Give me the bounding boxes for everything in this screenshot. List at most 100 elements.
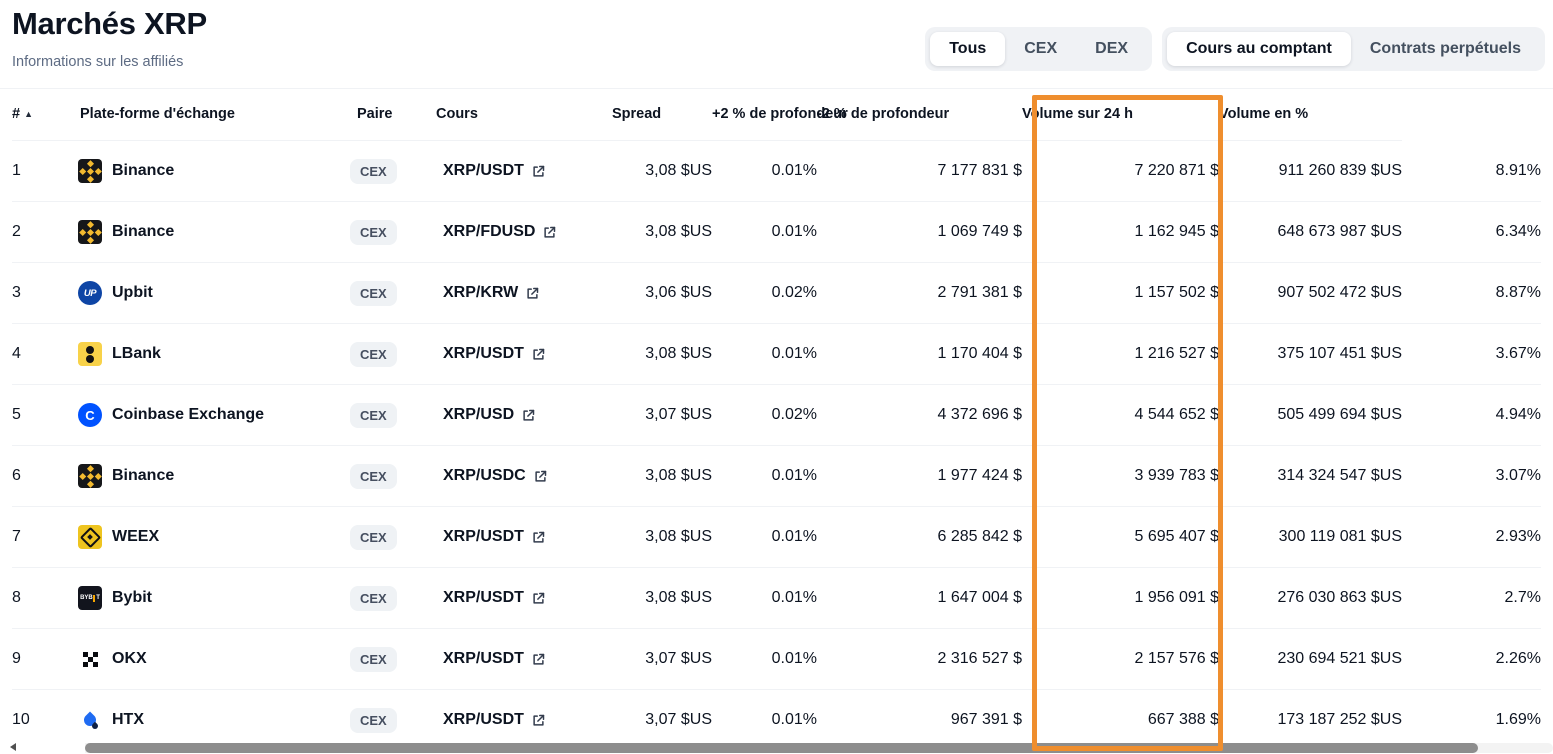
depth-plus-cell: 6 285 842 $ (817, 507, 1022, 568)
col-header-volume-pct[interactable]: Volume en % (1219, 88, 1402, 141)
exchange-link[interactable]: WEEX (78, 525, 350, 549)
rank-cell: 3 (12, 263, 78, 324)
pair-cell: XRP/USDT (436, 568, 612, 629)
toggle-cex-button[interactable]: CEX (1005, 32, 1076, 66)
page-title: Marchés XRP (12, 6, 207, 42)
market-type-toggle: Tous CEX DEX (925, 27, 1152, 71)
exchange-cell: Upbit (78, 263, 350, 324)
exchange-link[interactable]: OKX (78, 647, 350, 671)
col-header-depth-plus[interactable]: +2 % de profondeur (712, 88, 817, 141)
volume-pct-cell: 8.87% (1402, 263, 1541, 324)
pair-cell: XRP/USDT (436, 629, 612, 690)
toggle-tous-button[interactable]: Tous (930, 32, 1005, 66)
depth-plus-cell: 1 170 404 $ (817, 324, 1022, 385)
exchange-name: Coinbase Exchange (112, 406, 264, 424)
depth-minus-cell: 1 956 091 $ (1022, 568, 1219, 629)
exchange-link[interactable]: Coinbase Exchange (78, 403, 350, 427)
sort-asc-icon: ▲ (24, 109, 33, 119)
exchange-name: WEEX (112, 528, 159, 546)
price-cell: 3,08 $US (612, 568, 712, 629)
volume-pct-cell: 2.26% (1402, 629, 1541, 690)
depth-minus-cell: 1 216 527 $ (1022, 324, 1219, 385)
exchange-link[interactable]: HTX (78, 708, 350, 732)
col-header-price[interactable]: Cours (436, 88, 612, 141)
exchange-cell: OKX (78, 629, 350, 690)
exchange-name: Binance (112, 223, 174, 241)
pair-link[interactable]: XRP/KRW (443, 284, 612, 302)
spread-cell: 0.01% (712, 141, 817, 202)
exchange-link[interactable]: Binance (78, 220, 350, 244)
page-header: Marchés XRP Informations sur les affilié… (0, 0, 1553, 89)
price-cell: 3,07 $US (612, 629, 712, 690)
exchange-link[interactable]: Binance (78, 464, 350, 488)
scrollbar-thumb[interactable] (85, 743, 1478, 753)
cex-badge: CEX (350, 464, 397, 489)
badge-cell: CEX (350, 263, 436, 324)
exchange-link[interactable]: LBank (78, 342, 350, 366)
cex-badge: CEX (350, 220, 397, 245)
exchange-name: OKX (112, 650, 147, 668)
pair-link[interactable]: XRP/USDT (443, 711, 612, 729)
pair-cell: XRP/KRW (436, 263, 612, 324)
pair-link[interactable]: XRP/USDC (443, 467, 612, 485)
perpetual-button[interactable]: Contrats perpétuels (1351, 32, 1540, 66)
table-row: 6 Binance CEX XRP/USDC 3,08 $US 0.01% 1 … (12, 446, 1541, 507)
toggle-dex-button[interactable]: DEX (1076, 32, 1147, 66)
pair-cell: XRP/USDC (436, 446, 612, 507)
pair-link[interactable]: XRP/USDT (443, 589, 612, 607)
scroll-left-arrow-icon[interactable] (10, 743, 16, 751)
pair-cell: XRP/USDT (436, 141, 612, 202)
pair-link[interactable]: XRP/USDT (443, 528, 612, 546)
col-header-rank[interactable]: #▲ (12, 88, 78, 141)
col-header-spread[interactable]: Spread (612, 88, 712, 141)
depth-plus-cell: 2 791 381 $ (817, 263, 1022, 324)
pair-link[interactable]: XRP/USD (443, 406, 612, 424)
badge-cell: CEX (350, 629, 436, 690)
rank-cell: 7 (12, 507, 78, 568)
page-subtitle: Informations sur les affiliés (12, 54, 183, 70)
rank-cell: 6 (12, 446, 78, 507)
rank-cell: 8 (12, 568, 78, 629)
exchange-name: Binance (112, 467, 174, 485)
rank-cell: 2 (12, 202, 78, 263)
pair-link[interactable]: XRP/USDT (443, 162, 612, 180)
cex-badge: CEX (350, 708, 397, 733)
exchange-link[interactable]: Upbit (78, 281, 350, 305)
external-link-icon (531, 164, 546, 179)
pair-link[interactable]: XRP/USDT (443, 650, 612, 668)
exchange-link[interactable]: Bybit (78, 586, 350, 610)
pair-label: XRP/USD (443, 406, 514, 424)
pair-label: XRP/USDT (443, 589, 524, 607)
external-link-icon (542, 225, 557, 240)
col-header-exchange[interactable]: Plate-forme d'échange (78, 88, 350, 141)
exchange-link[interactable]: Binance (78, 159, 350, 183)
volume-24h-cell: 907 502 472 $US (1219, 263, 1402, 324)
cex-badge: CEX (350, 647, 397, 672)
depth-minus-cell: 1 157 502 $ (1022, 263, 1219, 324)
badge-cell: CEX (350, 141, 436, 202)
cex-badge: CEX (350, 342, 397, 367)
badge-cell: CEX (350, 568, 436, 629)
pair-label: XRP/USDT (443, 650, 524, 668)
volume-24h-cell: 276 030 863 $US (1219, 568, 1402, 629)
price-cell: 3,08 $US (612, 324, 712, 385)
volume-pct-cell: 4.94% (1402, 385, 1541, 446)
pair-label: XRP/USDT (443, 528, 524, 546)
spot-button[interactable]: Cours au comptant (1167, 32, 1351, 66)
spread-cell: 0.01% (712, 507, 817, 568)
rank-cell: 4 (12, 324, 78, 385)
col-header-depth-minus[interactable]: -2 % de profondeur (817, 88, 1022, 141)
pair-link[interactable]: XRP/USDT (443, 345, 612, 363)
exchange-name: HTX (112, 711, 144, 729)
col-header-volume-24h[interactable]: Volume sur 24 h (1022, 88, 1219, 141)
pair-link[interactable]: XRP/FDUSD (443, 223, 612, 241)
depth-minus-cell: 5 695 407 $ (1022, 507, 1219, 568)
pair-label: XRP/USDT (443, 711, 524, 729)
depth-plus-cell: 2 316 527 $ (817, 629, 1022, 690)
exchange-name: Bybit (112, 589, 152, 607)
pair-cell: XRP/USDT (436, 507, 612, 568)
col-header-pair[interactable]: Paire (350, 88, 436, 141)
exchange-logo-icon (78, 159, 102, 183)
depth-plus-cell: 7 177 831 $ (817, 141, 1022, 202)
price-cell: 3,06 $US (612, 263, 712, 324)
